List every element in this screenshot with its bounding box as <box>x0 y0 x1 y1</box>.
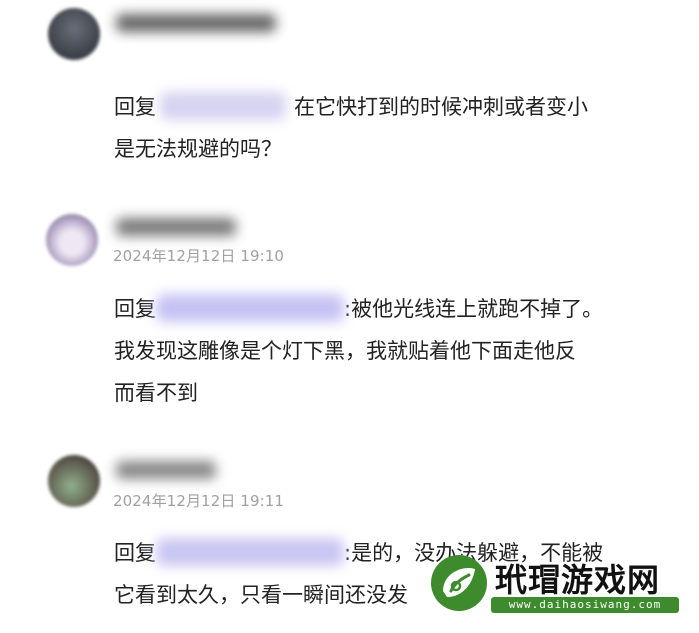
avatar[interactable] <box>48 8 100 60</box>
leaf-logo-icon <box>431 555 487 611</box>
comment-line: 它看到太久，只看一瞬间还没发 <box>114 583 408 607</box>
username-blurred[interactable] <box>116 461 216 479</box>
comment-line: 在它快打到的时候冲刺或者变小 <box>294 95 588 119</box>
mention-blurred[interactable] <box>156 294 344 322</box>
comment-body: 回复 :被他光线连上就跑不掉了。 我发现这雕像是个灯下黑，我就贴着他下面走他反 而… <box>114 288 603 414</box>
avatar[interactable] <box>46 214 98 266</box>
username-blurred[interactable] <box>116 14 276 32</box>
comment-item: 2024年12月12日 19:10 回复 :被他光线连上就跑不掉了。 我发现这雕像… <box>0 200 699 430</box>
reply-prefix: 回复 <box>114 541 156 565</box>
mention-blurred[interactable] <box>156 538 344 566</box>
username-blurred[interactable] <box>116 218 236 236</box>
comment-line: 我发现这雕像是个灯下黑，我就贴着他下面走他反 <box>114 339 576 363</box>
site-watermark: 玳瑁游戏网 www.daihaosiwang.com <box>429 553 687 615</box>
reply-prefix: 回复 <box>114 95 156 119</box>
comment-line: 是无法规避的吗？ <box>114 137 282 161</box>
comment-item: 回复 在它快打到的时候冲刺或者变小 是无法规避的吗？ <box>0 0 699 180</box>
reply-prefix: 回复 <box>114 297 156 321</box>
watermark-url: www.daihaosiwang.com <box>491 597 679 613</box>
comment-line: :被他光线连上就跑不掉了。 <box>344 297 604 321</box>
avatar[interactable] <box>48 455 100 507</box>
comment-body: 回复 在它快打到的时候冲刺或者变小 是无法规避的吗？ <box>114 86 588 170</box>
comment-line: 而看不到 <box>114 381 198 405</box>
mention-blurred[interactable] <box>160 92 286 120</box>
watermark-title: 玳瑁游戏网 <box>495 561 661 599</box>
comment-timestamp: 2024年12月12日 19:10 <box>113 247 285 265</box>
comment-timestamp: 2024年12月12日 19:11 <box>113 492 285 510</box>
